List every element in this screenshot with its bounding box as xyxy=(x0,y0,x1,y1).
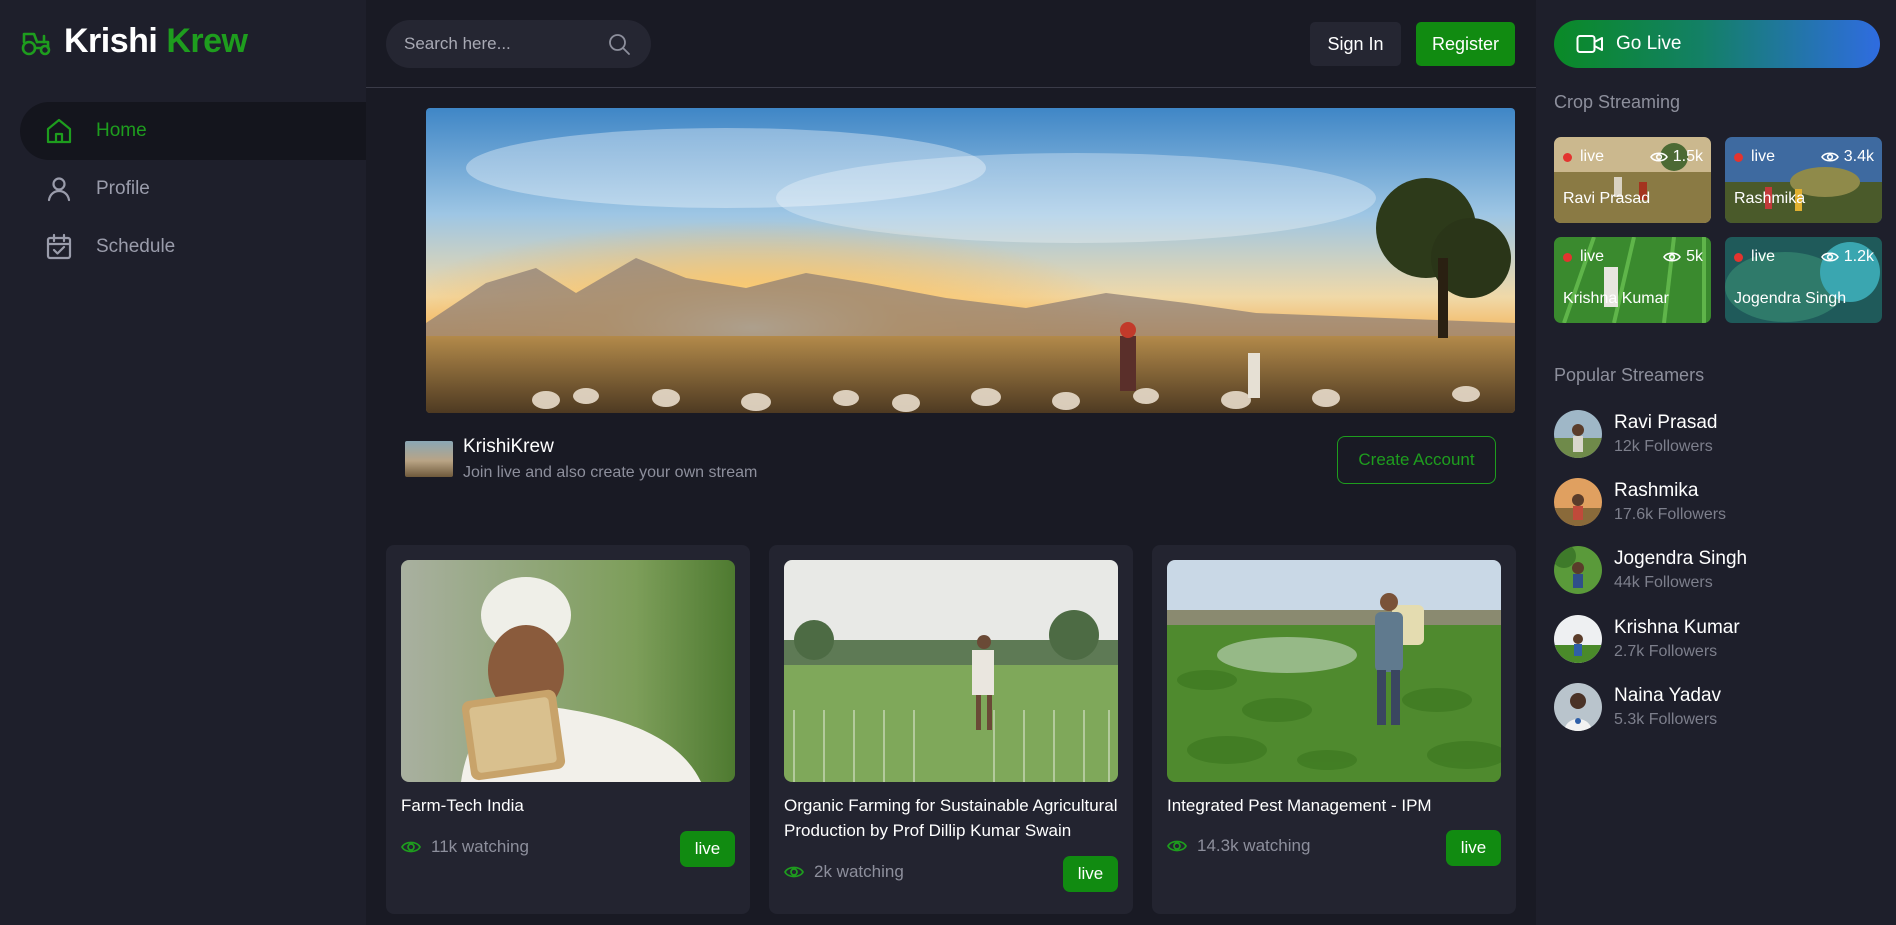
stream-card-title[interactable]: Farm-Tech India xyxy=(401,793,741,818)
stream-card[interactable]: Farm-Tech India 11k watching live xyxy=(386,545,750,914)
stream-views: 5k xyxy=(1686,248,1703,265)
go-live-label: Go Live xyxy=(1616,33,1682,54)
streamer-followers: 2.7k Followers xyxy=(1614,643,1718,660)
watching-text: 2k watching xyxy=(814,862,904,881)
streamer-followers: 12k Followers xyxy=(1614,438,1713,455)
live-dot-icon xyxy=(1563,152,1572,162)
tractor-icon xyxy=(21,32,51,55)
avatar[interactable] xyxy=(1554,615,1602,663)
streamer-item[interactable]: Krishna Kumar 2.7k Followers xyxy=(1554,615,1740,663)
streamer-name: Krishna Kumar xyxy=(1614,617,1740,638)
brand-logo[interactable]: Krishi Krew xyxy=(20,22,248,61)
eye-icon xyxy=(1820,152,1839,162)
streamer-name: Naina Yadav xyxy=(1614,685,1722,706)
stream-card-thumbnail[interactable] xyxy=(784,560,1118,782)
eye-icon xyxy=(1663,252,1682,262)
avatar[interactable] xyxy=(1554,410,1602,458)
calendar-icon xyxy=(46,233,72,260)
stream-card[interactable]: Integrated Pest Management - IPM 14.3k w… xyxy=(1152,545,1516,914)
eye-icon xyxy=(401,841,421,853)
streamer-followers: 5.3k Followers xyxy=(1614,711,1718,728)
streamer-item[interactable]: Jogendra Singh 44k Followers xyxy=(1554,546,1747,594)
watching-text: 11k watching xyxy=(431,837,529,856)
streamer-name: Ravi Prasad xyxy=(1614,412,1718,433)
eye-icon xyxy=(1167,840,1187,852)
streamer-item[interactable]: Naina Yadav 5.3k Followers xyxy=(1554,683,1721,731)
channel-name[interactable]: KrishiKrew xyxy=(463,436,757,458)
hero-banner-image xyxy=(426,108,1515,413)
stream-card-thumbnail[interactable] xyxy=(1167,560,1501,782)
stream-name: Rashmika xyxy=(1734,190,1806,207)
channel-tagline: Join live and also create your own strea… xyxy=(463,464,758,481)
live-dot-icon xyxy=(1734,152,1743,162)
stream-views: 3.4k xyxy=(1843,148,1874,165)
home-icon xyxy=(46,118,72,144)
right-sidebar: Go Live Crop Streaming live 1.5k Ravi Pr… xyxy=(1536,0,1896,925)
nav-item-schedule[interactable]: Schedule xyxy=(20,218,366,276)
stream-card[interactable]: Organic Farming for Sustainable Agricult… xyxy=(769,545,1133,914)
popular-streamers-title: Popular Streamers xyxy=(1554,365,1705,385)
stream-name: Ravi Prasad xyxy=(1563,190,1651,207)
live-badge-button[interactable]: live xyxy=(680,831,735,867)
stream-card-title[interactable]: Organic Farming for Sustainable Agricult… xyxy=(784,793,1124,843)
watching-count: 14.3k watching xyxy=(1167,836,1310,856)
stream-views: 1.5k xyxy=(1672,148,1703,165)
streamer-name: Rashmika xyxy=(1614,480,1699,501)
stream-name: Krishna Kumar xyxy=(1563,290,1669,307)
go-live-button[interactable]: Go Live xyxy=(1554,20,1880,68)
sign-in-button[interactable]: Sign In xyxy=(1310,22,1401,66)
stream-status: live xyxy=(1751,148,1776,165)
stream-status: live xyxy=(1580,248,1605,265)
main-nav: Home Profile Schedule xyxy=(20,102,366,276)
avatar[interactable] xyxy=(1554,546,1602,594)
stream-status: live xyxy=(1751,248,1776,265)
top-bar: Search here... Sign In Register xyxy=(366,0,1536,88)
live-dot-icon xyxy=(1734,252,1743,262)
channel-info: KrishiKrew Join live and also create you… xyxy=(405,436,757,482)
watching-text: 14.3k watching xyxy=(1197,836,1311,855)
nav-label-home: Home xyxy=(96,120,147,141)
eye-icon xyxy=(1820,252,1839,262)
nav-item-profile[interactable]: Profile xyxy=(20,160,366,218)
watching-count: 2k watching xyxy=(784,862,904,882)
left-sidebar: Krishi Krew Home Profile Schedule xyxy=(0,0,366,925)
search-input[interactable]: Search here... xyxy=(386,20,651,68)
register-button[interactable]: Register xyxy=(1416,22,1515,66)
crop-stream-tile[interactable]: live 3.4k Rashmika xyxy=(1725,137,1882,223)
streamer-item[interactable]: Rashmika 17.6k Followers xyxy=(1554,478,1726,526)
stream-card-title[interactable]: Integrated Pest Management - IPM xyxy=(1167,793,1507,818)
stream-views: 1.2k xyxy=(1843,248,1874,265)
avatar[interactable] xyxy=(1554,683,1602,731)
eye-icon xyxy=(784,866,804,878)
streamer-followers: 17.6k Followers xyxy=(1614,506,1727,523)
channel-thumbnail[interactable] xyxy=(405,441,453,477)
streamer-name: Jogendra Singh xyxy=(1614,548,1748,569)
crop-stream-tile[interactable]: live 1.5k Ravi Prasad xyxy=(1554,137,1711,223)
watching-count: 11k watching xyxy=(401,837,529,857)
stream-name: Jogendra Singh xyxy=(1734,290,1847,307)
create-account-button[interactable]: Create Account xyxy=(1337,436,1496,484)
nav-item-home[interactable]: Home xyxy=(20,102,366,160)
eye-icon xyxy=(1649,152,1668,162)
search-icon[interactable] xyxy=(607,32,631,56)
nav-label-schedule: Schedule xyxy=(96,236,176,257)
live-badge-button[interactable]: live xyxy=(1063,856,1118,892)
stream-status: live xyxy=(1580,148,1605,165)
crop-stream-tile[interactable]: live 1.2k Jogendra Singh xyxy=(1725,237,1882,323)
nav-label-profile: Profile xyxy=(96,178,150,199)
avatar[interactable] xyxy=(1554,478,1602,526)
user-icon xyxy=(47,177,71,202)
stream-card-thumbnail[interactable] xyxy=(401,560,735,782)
brand-word-1: Krishi xyxy=(64,22,158,60)
live-badge-button[interactable]: live xyxy=(1446,830,1501,866)
search-placeholder: Search here... xyxy=(404,34,511,53)
streamer-item[interactable]: Ravi Prasad 12k Followers xyxy=(1554,410,1718,458)
brand-word-2: Krew xyxy=(166,22,248,60)
streamer-followers: 44k Followers xyxy=(1614,574,1713,591)
crop-stream-tile[interactable]: live 5k Krishna Kumar xyxy=(1554,237,1711,323)
crop-streaming-title: Crop Streaming xyxy=(1554,92,1681,112)
video-camera-icon xyxy=(1576,35,1603,53)
live-dot-icon xyxy=(1563,252,1572,262)
